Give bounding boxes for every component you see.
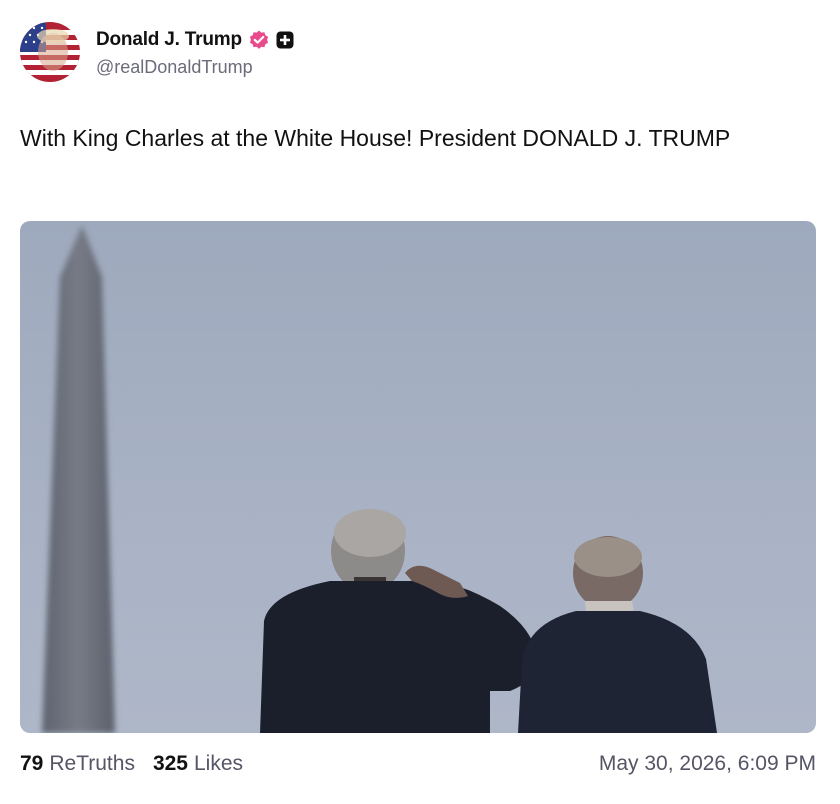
post-header: Donald J. Trump @realDonaldTrump <box>20 20 296 84</box>
post-card: Donald J. Trump @realDonaldTrump With Ki… <box>0 0 840 804</box>
post-footer: 79 ReTruths 325 Likes May 30, 2026, 6:09… <box>20 748 816 780</box>
verified-badge-icon <box>248 29 270 51</box>
retruths-label: ReTruths <box>49 752 135 775</box>
post-image[interactable] <box>20 221 816 733</box>
government-badge-icon <box>274 29 296 51</box>
display-name[interactable]: Donald J. Trump <box>96 29 242 51</box>
author-handle[interactable]: @realDonaldTrump <box>96 57 296 78</box>
post-text: With King Charles at the White House! Pr… <box>20 125 731 151</box>
avatar[interactable] <box>20 22 80 82</box>
post-timestamp[interactable]: May 30, 2026, 6:09 PM <box>599 752 816 776</box>
likes-count: 325 <box>152 752 188 775</box>
retruths-count: 79 <box>20 752 44 775</box>
retruths-stat[interactable]: 79 ReTruths <box>20 752 135 776</box>
likes-label: Likes <box>194 752 244 775</box>
name-row: Donald J. Trump <box>96 27 296 53</box>
likes-stat[interactable]: 325 Likes <box>153 752 243 776</box>
author-names: Donald J. Trump @realDonaldTrump <box>96 27 296 78</box>
